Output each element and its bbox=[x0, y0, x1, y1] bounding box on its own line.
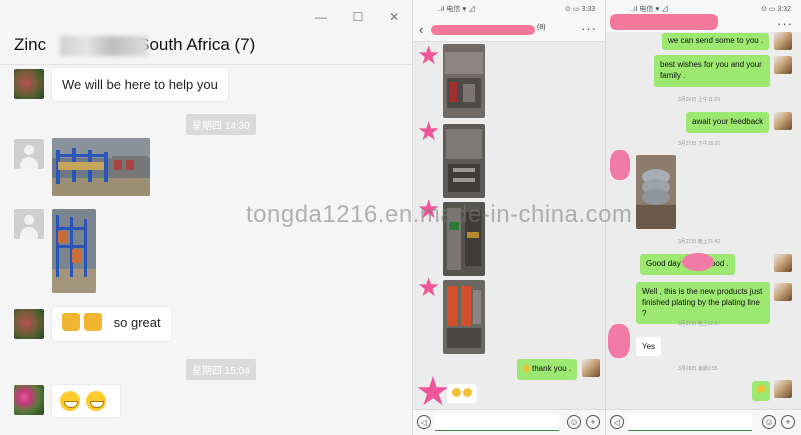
message-text: thank you . bbox=[532, 364, 572, 373]
minimize-icon[interactable]: — bbox=[315, 10, 327, 24]
timestamp: 3月27日 下午16:21 bbox=[678, 141, 721, 147]
avatar[interactable] bbox=[14, 139, 44, 169]
machine-photo bbox=[443, 124, 485, 198]
timestamp: 3月26日 上午11:23 bbox=[678, 97, 720, 103]
grin-emoji-icon bbox=[463, 388, 472, 397]
redacted-avatar-blob bbox=[608, 324, 630, 358]
message-bubble-sent[interactable]: Well , this is the new products just fin… bbox=[636, 282, 770, 325]
avatar[interactable] bbox=[14, 385, 44, 415]
machine-photo bbox=[443, 280, 485, 354]
window-controls: — ☐ ✕ bbox=[302, 8, 412, 26]
message-bubble-sent[interactable]: we can send some to you . bbox=[662, 33, 770, 50]
grin-emoji-icon bbox=[86, 391, 106, 411]
message-input-bar: ◁ ☺ + bbox=[606, 409, 801, 435]
timestamp-chip: 星期四 14:30 bbox=[186, 114, 256, 135]
emoji-icon[interactable]: ☺ bbox=[567, 415, 581, 429]
image-message-machine[interactable] bbox=[443, 280, 485, 354]
message-bubble-emoji[interactable] bbox=[447, 384, 477, 403]
grin-emoji-icon bbox=[60, 391, 80, 411]
image-message-machine[interactable] bbox=[443, 124, 485, 198]
image-message-racks[interactable] bbox=[52, 209, 96, 293]
message-input[interactable] bbox=[628, 414, 752, 431]
avatar[interactable] bbox=[774, 112, 792, 130]
avatar[interactable] bbox=[774, 56, 792, 74]
thumbs-up-icon bbox=[62, 313, 80, 331]
plus-icon[interactable]: + bbox=[586, 415, 600, 429]
chat-title-suffix: South Africa (7) bbox=[138, 35, 256, 54]
factory-photo bbox=[52, 138, 150, 196]
smile-emoji-icon bbox=[523, 365, 530, 373]
redaction-star-icon: ★ bbox=[417, 40, 441, 70]
message-bubble[interactable]: We will be here to help you bbox=[52, 68, 228, 101]
close-icon[interactable]: ✕ bbox=[389, 10, 399, 24]
message-input[interactable] bbox=[435, 414, 559, 431]
redacted-name-blob bbox=[682, 253, 714, 271]
plus-icon[interactable]: + bbox=[781, 415, 795, 429]
chat-navbar: ··· bbox=[606, 14, 801, 32]
racks-photo bbox=[52, 209, 96, 293]
status-left: ..ıl 电信 ♥ ⊿ bbox=[437, 6, 476, 13]
back-arrow-icon[interactable]: ‹ bbox=[419, 22, 423, 37]
redacted-name-blur bbox=[60, 36, 148, 56]
redacted-title-bar bbox=[431, 25, 535, 35]
chat-navbar: ‹ (8) ··· bbox=[413, 18, 605, 42]
image-message-machine[interactable] bbox=[443, 44, 485, 118]
message-bubble-sent[interactable]: best wishes for you and your family . bbox=[654, 55, 770, 87]
header-divider bbox=[0, 64, 412, 65]
thumbs-up-icon bbox=[84, 313, 102, 331]
avatar[interactable] bbox=[774, 283, 792, 301]
image-message-product[interactable] bbox=[636, 155, 676, 229]
avatar[interactable] bbox=[14, 69, 44, 99]
more-options-icon[interactable]: ··· bbox=[581, 21, 597, 36]
message-bubble-received[interactable]: Yes bbox=[636, 337, 662, 356]
chat-member-count: (8) bbox=[537, 24, 546, 31]
avatar[interactable] bbox=[774, 32, 792, 50]
smile-emoji-icon bbox=[757, 385, 765, 393]
redacted-title-bar bbox=[610, 14, 718, 30]
chat-title-prefix: Zinc bbox=[14, 35, 47, 54]
message-bubble-sent[interactable]: thank you . bbox=[517, 359, 578, 380]
timestamp: 3月27日 晚上22:57 bbox=[678, 321, 721, 327]
message-bubble-emoji[interactable] bbox=[52, 385, 120, 417]
more-options-icon[interactable]: ··· bbox=[777, 16, 793, 31]
machine-photo bbox=[443, 44, 485, 118]
redacted-avatar-blob bbox=[610, 150, 630, 180]
avatar[interactable] bbox=[582, 359, 600, 377]
avatar[interactable] bbox=[774, 380, 792, 398]
message-input-bar: ◁ ☺ + bbox=[413, 409, 605, 435]
timestamp: 3月27日 晚上21:42 bbox=[678, 239, 721, 245]
voice-icon[interactable]: ◁ bbox=[417, 415, 431, 429]
timestamp: 3月28日 凌晨0:55 bbox=[678, 366, 718, 372]
status-right: ⊙ ▭ 3:32 bbox=[761, 6, 791, 13]
message-bubble-sent-emoji[interactable] bbox=[752, 381, 770, 401]
status-right: ⊙ ▭ 3:33 bbox=[565, 6, 595, 13]
voice-icon[interactable]: ◁ bbox=[610, 415, 624, 429]
timestamp-chip: 星期四 15:04 bbox=[186, 359, 256, 380]
emoji-icon[interactable]: ☺ bbox=[762, 415, 776, 429]
avatar[interactable] bbox=[774, 254, 792, 272]
sunglasses-emoji-icon bbox=[452, 388, 461, 397]
plated-product-photo bbox=[636, 155, 676, 229]
image-message-factory[interactable] bbox=[52, 138, 150, 196]
mobile-chat-screen-2: ..ıl 电信 ♥ ⊿ ⊙ ▭ 3:32 ··· we can send som… bbox=[606, 0, 801, 435]
status-left: ..ıl 电信 ♥ ⊿ bbox=[630, 6, 669, 13]
avatar[interactable] bbox=[14, 209, 44, 239]
redaction-star-icon: ★ bbox=[415, 370, 451, 414]
maximize-icon[interactable]: ☐ bbox=[353, 10, 364, 24]
avatar[interactable] bbox=[14, 309, 44, 339]
message-text: so great bbox=[113, 315, 161, 331]
redaction-star-icon: ★ bbox=[417, 272, 441, 302]
redaction-star-icon: ★ bbox=[417, 116, 441, 146]
watermark: tongda1216.en.made-in-china.com bbox=[246, 201, 633, 228]
message-bubble-sent[interactable]: await your feedback bbox=[686, 112, 770, 133]
message-bubble-thumbs[interactable]: so great bbox=[52, 307, 171, 341]
status-bar: ..ıl 电信 ♥ ⊿ ⊙ ▭ 3:33 bbox=[413, 0, 605, 18]
